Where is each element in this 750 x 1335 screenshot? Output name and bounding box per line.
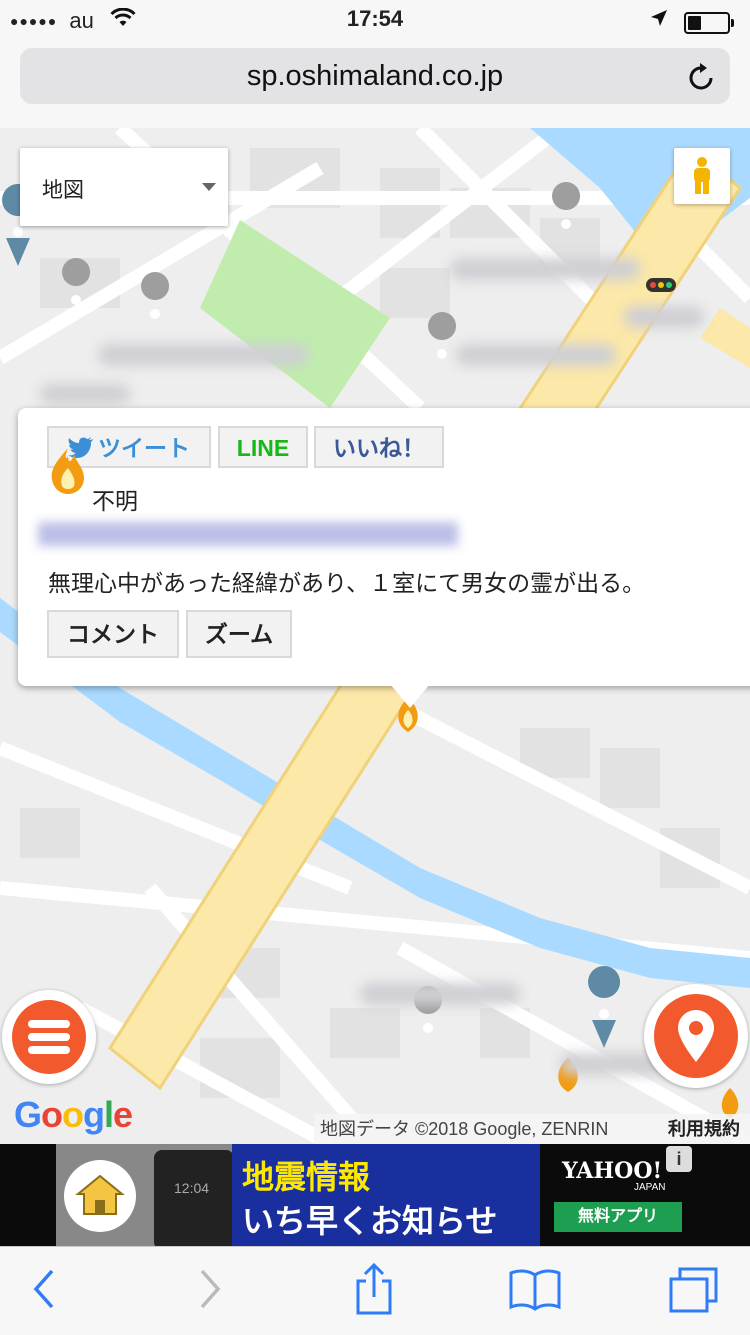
bookmarks-icon[interactable] [508, 1267, 562, 1316]
free-app-button[interactable]: 無料アプリ [554, 1202, 682, 1232]
browser-address-area: sp.oshimaland.co.jp [0, 40, 750, 129]
street-view-pegman[interactable] [674, 148, 730, 204]
spot-description: 無理心中があった経緯があり、１室にて男女の霊が出る。 [48, 570, 646, 596]
yahoo-logo: YAHOO! [562, 1158, 663, 1184]
address-blurred [38, 522, 458, 546]
map-type-selector[interactable]: 地図 [20, 148, 228, 226]
browser-toolbar [0, 1246, 750, 1335]
location-button[interactable] [644, 984, 748, 1088]
battery-icon [684, 11, 734, 34]
banner-title: 地震情報 [242, 1159, 371, 1195]
tweet-label: ツイート [98, 435, 190, 461]
forward-icon[interactable] [198, 1267, 224, 1316]
like-button[interactable]: いいね！ [314, 426, 444, 468]
back-icon[interactable] [30, 1267, 56, 1316]
clock: 17:54 [346, 6, 404, 31]
google-logo: Google [14, 1094, 133, 1135]
banner-subtitle: いち早くお知らせ [242, 1203, 498, 1239]
banner-phone-time: 12:04 [174, 1180, 210, 1196]
poi-label [40, 384, 130, 404]
map-pin-icon [678, 1010, 714, 1062]
info-window-tail [390, 684, 430, 708]
poi-label [450, 258, 640, 280]
map-canvas[interactable]: 地図 ツイート LINE いいね！ 不明 無理心中があった経緯があり、１室にて男 [0, 128, 750, 1144]
reload-icon[interactable] [688, 61, 716, 96]
haunt-level-text: 不明 [92, 488, 138, 514]
status-bar: ●●●●● au 17:54 [0, 0, 750, 40]
fire-icon [48, 446, 88, 501]
menu-button[interactable] [2, 990, 96, 1084]
terms-link[interactable]: 利用規約 [668, 1114, 740, 1144]
poi-label [456, 344, 616, 366]
yahoo-japan-label: JAPAN [634, 1182, 666, 1193]
zoom-button[interactable]: ズーム [186, 610, 292, 658]
share-icon[interactable] [354, 1262, 394, 1320]
comment-button[interactable]: コメント [47, 610, 179, 658]
poi-label [98, 344, 308, 366]
ad-banner[interactable]: 12:04 地震情報 いち早くお知らせ YAHOO! JAPAN 無料アプリ i [0, 1144, 750, 1246]
house-icon [64, 1160, 136, 1232]
ad-info-icon[interactable]: i [666, 1146, 692, 1172]
attribution-text: 地図データ ©2018 Google, ZENRIN [320, 1119, 609, 1139]
banner-message: 地震情報 いち早くお知らせ [232, 1144, 540, 1246]
line-share-button[interactable]: LINE [218, 426, 308, 468]
info-window: ツイート LINE いいね！ 不明 無理心中があった経緯があり、１室にて男女の霊… [18, 408, 750, 708]
poi-label [360, 983, 520, 1005]
poi-label [624, 306, 704, 328]
map-attribution: 地図データ ©2018 Google, ZENRIN 利用規約 [314, 1114, 750, 1144]
tabs-icon[interactable] [668, 1267, 720, 1320]
hamburger-icon [12, 1000, 86, 1074]
address-bar[interactable]: sp.oshimaland.co.jp [20, 48, 730, 104]
dropdown-caret-icon [202, 183, 216, 191]
location-arrow-icon [650, 10, 672, 31]
map-type-label: 地図 [42, 179, 84, 202]
pegman-icon [694, 157, 710, 194]
url-text[interactable]: sp.oshimaland.co.jp [20, 60, 730, 93]
